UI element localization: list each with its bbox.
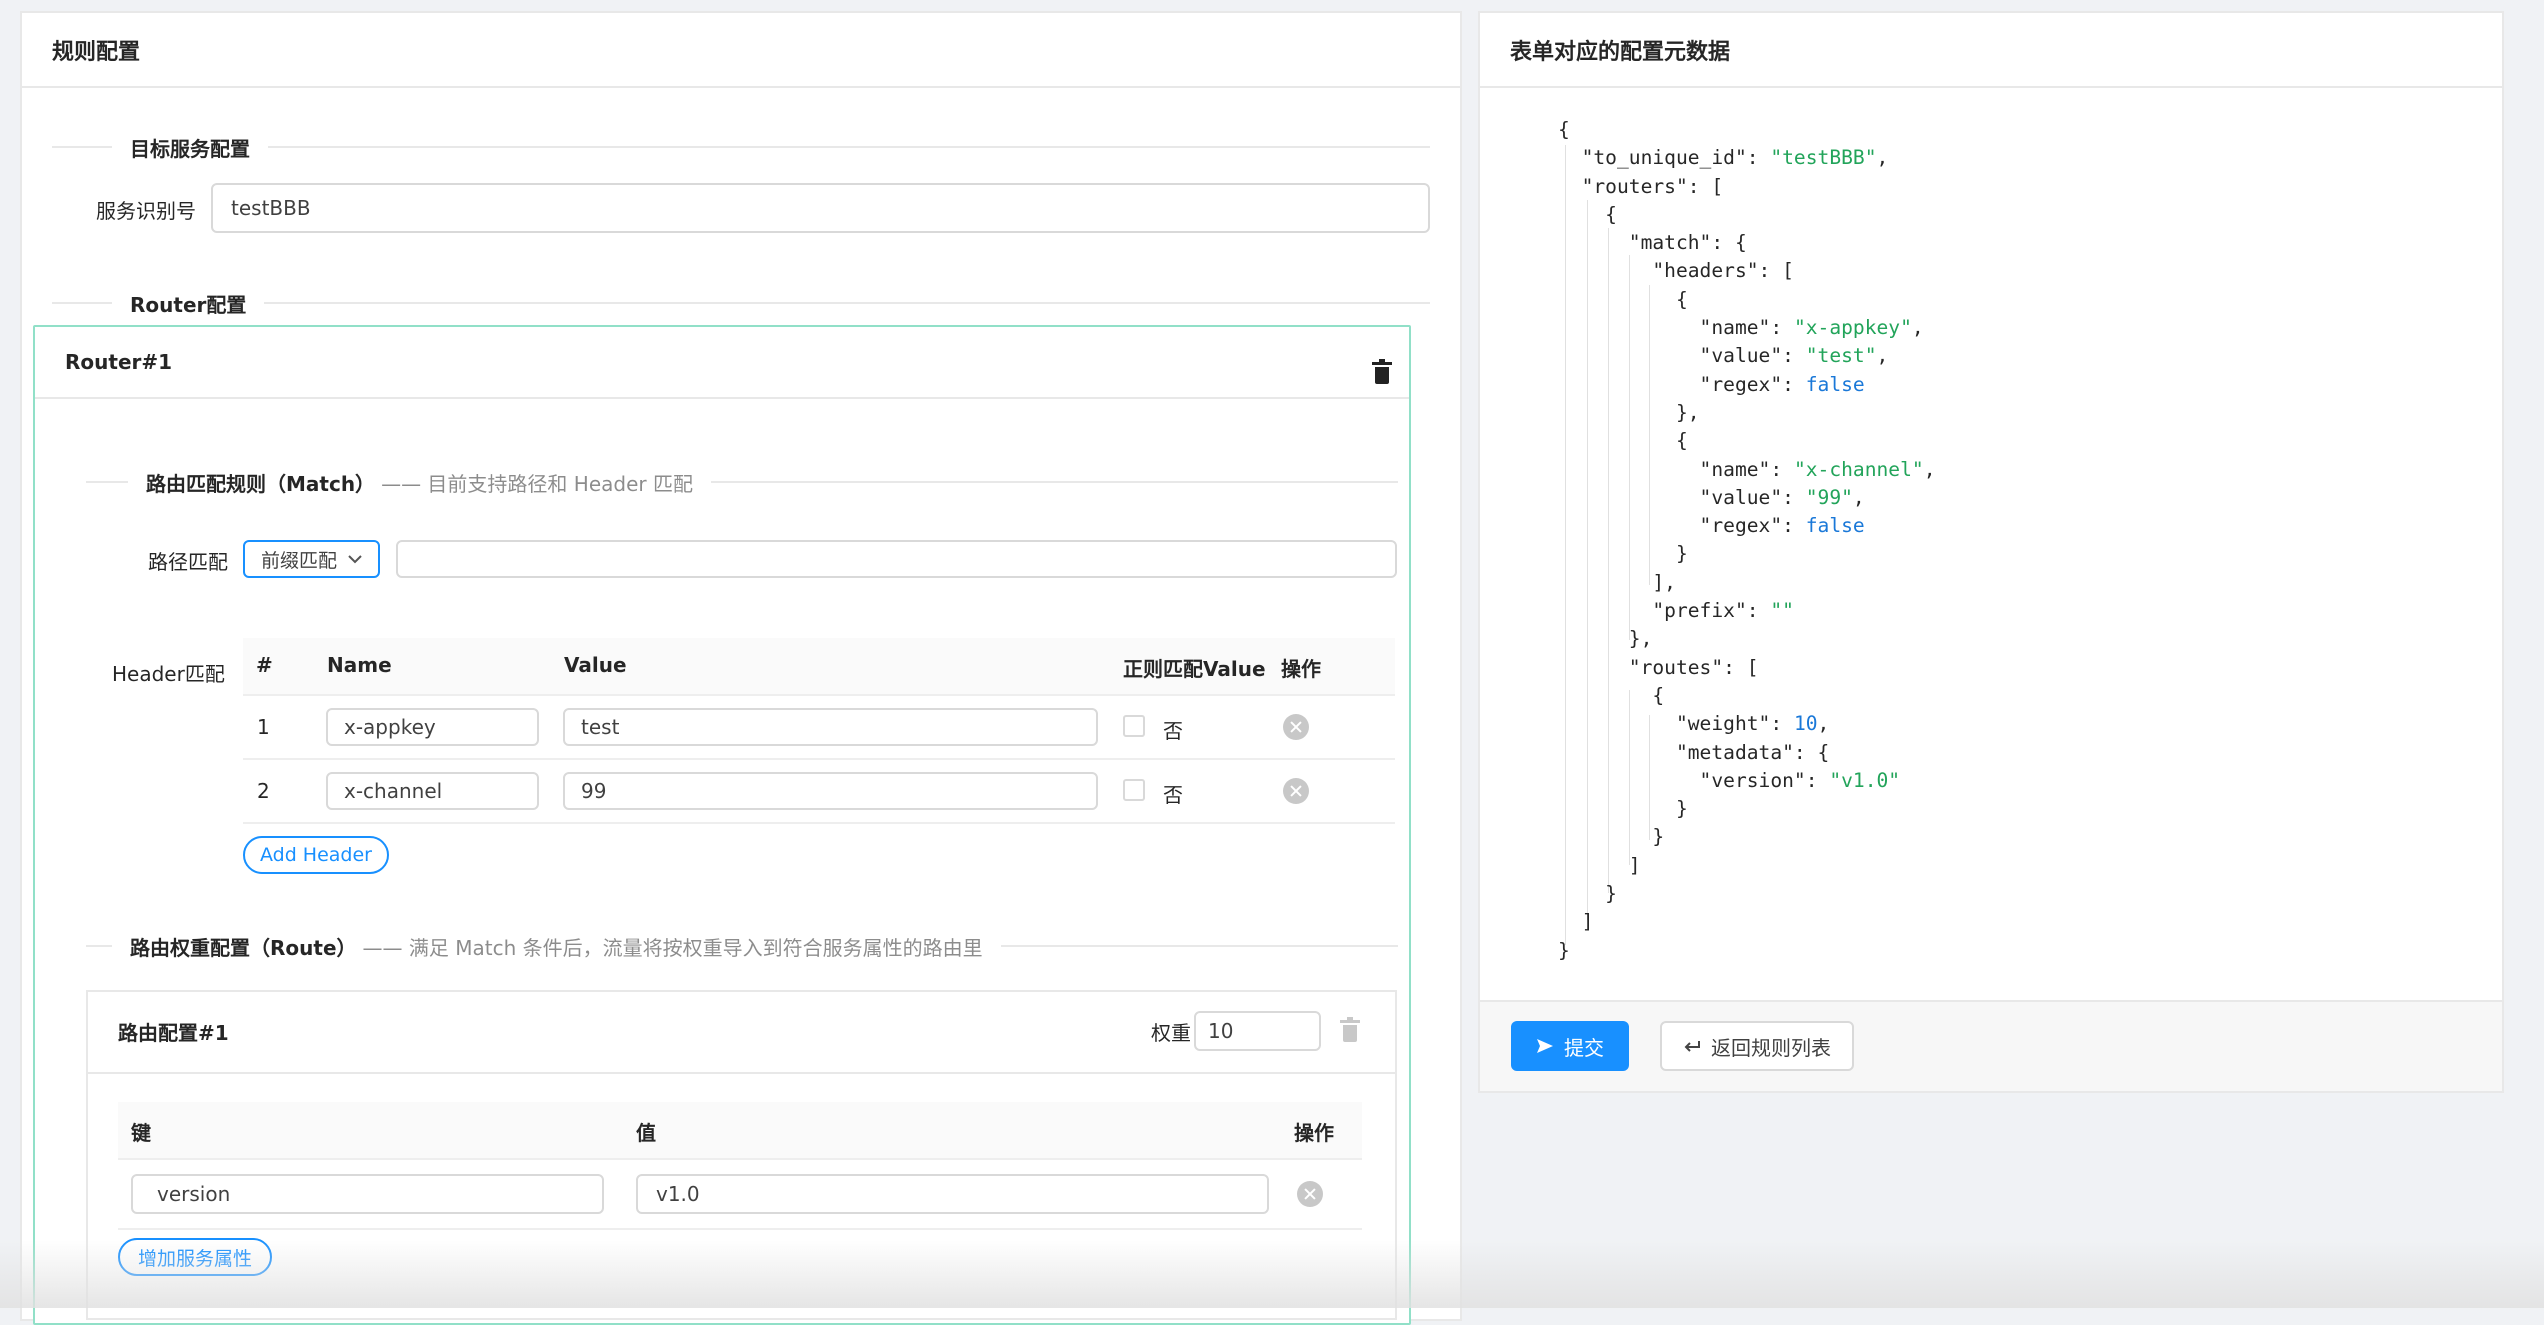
close-circle-icon[interactable] [1283, 778, 1309, 804]
router-config-divider: Router配置 [52, 288, 1430, 318]
route-title: 路由配置#1 [118, 1021, 229, 1045]
service-id-input[interactable]: testBBB [211, 183, 1430, 233]
match-divider: 路由匹配规则（Match） —— 目前支持路径和 Header 匹配 [86, 467, 1398, 497]
weight-input[interactable]: 10 [1194, 1011, 1321, 1051]
header-row-index: 1 [257, 715, 270, 739]
header-value-input[interactable]: test [563, 708, 1098, 746]
config-json-viewer: { "to_unique_id": "testBBB", "routers": … [1558, 118, 1936, 962]
trash-icon[interactable] [1372, 359, 1392, 384]
weight-label: 权重 [1151, 1021, 1191, 1045]
send-icon [1537, 1039, 1553, 1053]
close-circle-icon[interactable] [1297, 1181, 1323, 1207]
return-icon [1684, 1041, 1700, 1052]
route-divider: 路由权重配置（Route） —— 满足 Match 条件后，流量将按权重导入到符… [86, 931, 1398, 961]
meta-col-key: 键 [131, 1121, 151, 1145]
target-service-heading: 目标服务配置 [130, 136, 250, 161]
regex-label: 否 [1163, 719, 1183, 743]
path-match-label: 路径匹配 [148, 550, 228, 574]
header-value-input[interactable]: 99 [563, 772, 1098, 810]
header-match-label: Header匹配 [112, 662, 225, 686]
close-circle-icon[interactable] [1283, 714, 1309, 740]
service-id-label: 服务识别号 [96, 199, 196, 223]
router-title: Router#1 [65, 350, 173, 374]
header-col-index: # [256, 653, 273, 677]
router-config-heading: Router配置 [130, 292, 247, 317]
rule-config-title: 规则配置 [22, 13, 1460, 88]
route-description: —— 满足 Match 条件后，流量将按权重导入到符合服务属性的路由里 [362, 935, 983, 960]
header-col-regex: 正则匹配Value [1123, 657, 1266, 681]
submit-button[interactable]: 提交 [1511, 1021, 1629, 1071]
meta-table-head [118, 1102, 1362, 1160]
path-match-mode-value: 前缀匹配 [261, 549, 338, 572]
metadata-footer [1480, 1000, 2502, 1091]
header-col-name: Name [327, 653, 392, 677]
metadata-title: 表单对应的配置元数据 [1480, 13, 2502, 88]
regex-checkbox[interactable] [1123, 715, 1145, 737]
back-button-label: 返回规则列表 [1711, 1035, 1831, 1060]
back-to-list-button[interactable]: 返回规则列表 [1660, 1021, 1854, 1071]
add-service-attribute-button[interactable]: 增加服务属性 [118, 1238, 272, 1276]
match-heading: 路由匹配规则（Match） [146, 471, 376, 496]
header-name-input[interactable]: x-appkey [326, 708, 539, 746]
add-header-button[interactable]: Add Header [243, 836, 389, 874]
submit-button-label: 提交 [1564, 1035, 1604, 1060]
chevron-down-icon [348, 555, 362, 564]
regex-checkbox[interactable] [1123, 779, 1145, 801]
header-col-value: Value [564, 653, 627, 677]
meta-key-input[interactable]: version [131, 1174, 604, 1214]
trash-icon[interactable] [1340, 1017, 1360, 1042]
meta-value-input[interactable]: v1.0 [636, 1174, 1269, 1214]
meta-col-action: 操作 [1294, 1121, 1334, 1145]
path-match-input[interactable] [396, 540, 1397, 578]
header-col-action: 操作 [1281, 657, 1321, 681]
path-match-mode-select[interactable]: 前缀匹配 [243, 540, 380, 578]
header-row-index: 2 [257, 779, 270, 803]
target-service-divider: 目标服务配置 [52, 132, 1430, 162]
meta-col-value: 值 [636, 1121, 656, 1145]
route-heading: 路由权重配置（Route） [130, 935, 357, 960]
regex-label: 否 [1163, 783, 1183, 807]
match-description: —— 目前支持路径和 Header 匹配 [381, 471, 693, 496]
header-name-input[interactable]: x-channel [326, 772, 539, 810]
